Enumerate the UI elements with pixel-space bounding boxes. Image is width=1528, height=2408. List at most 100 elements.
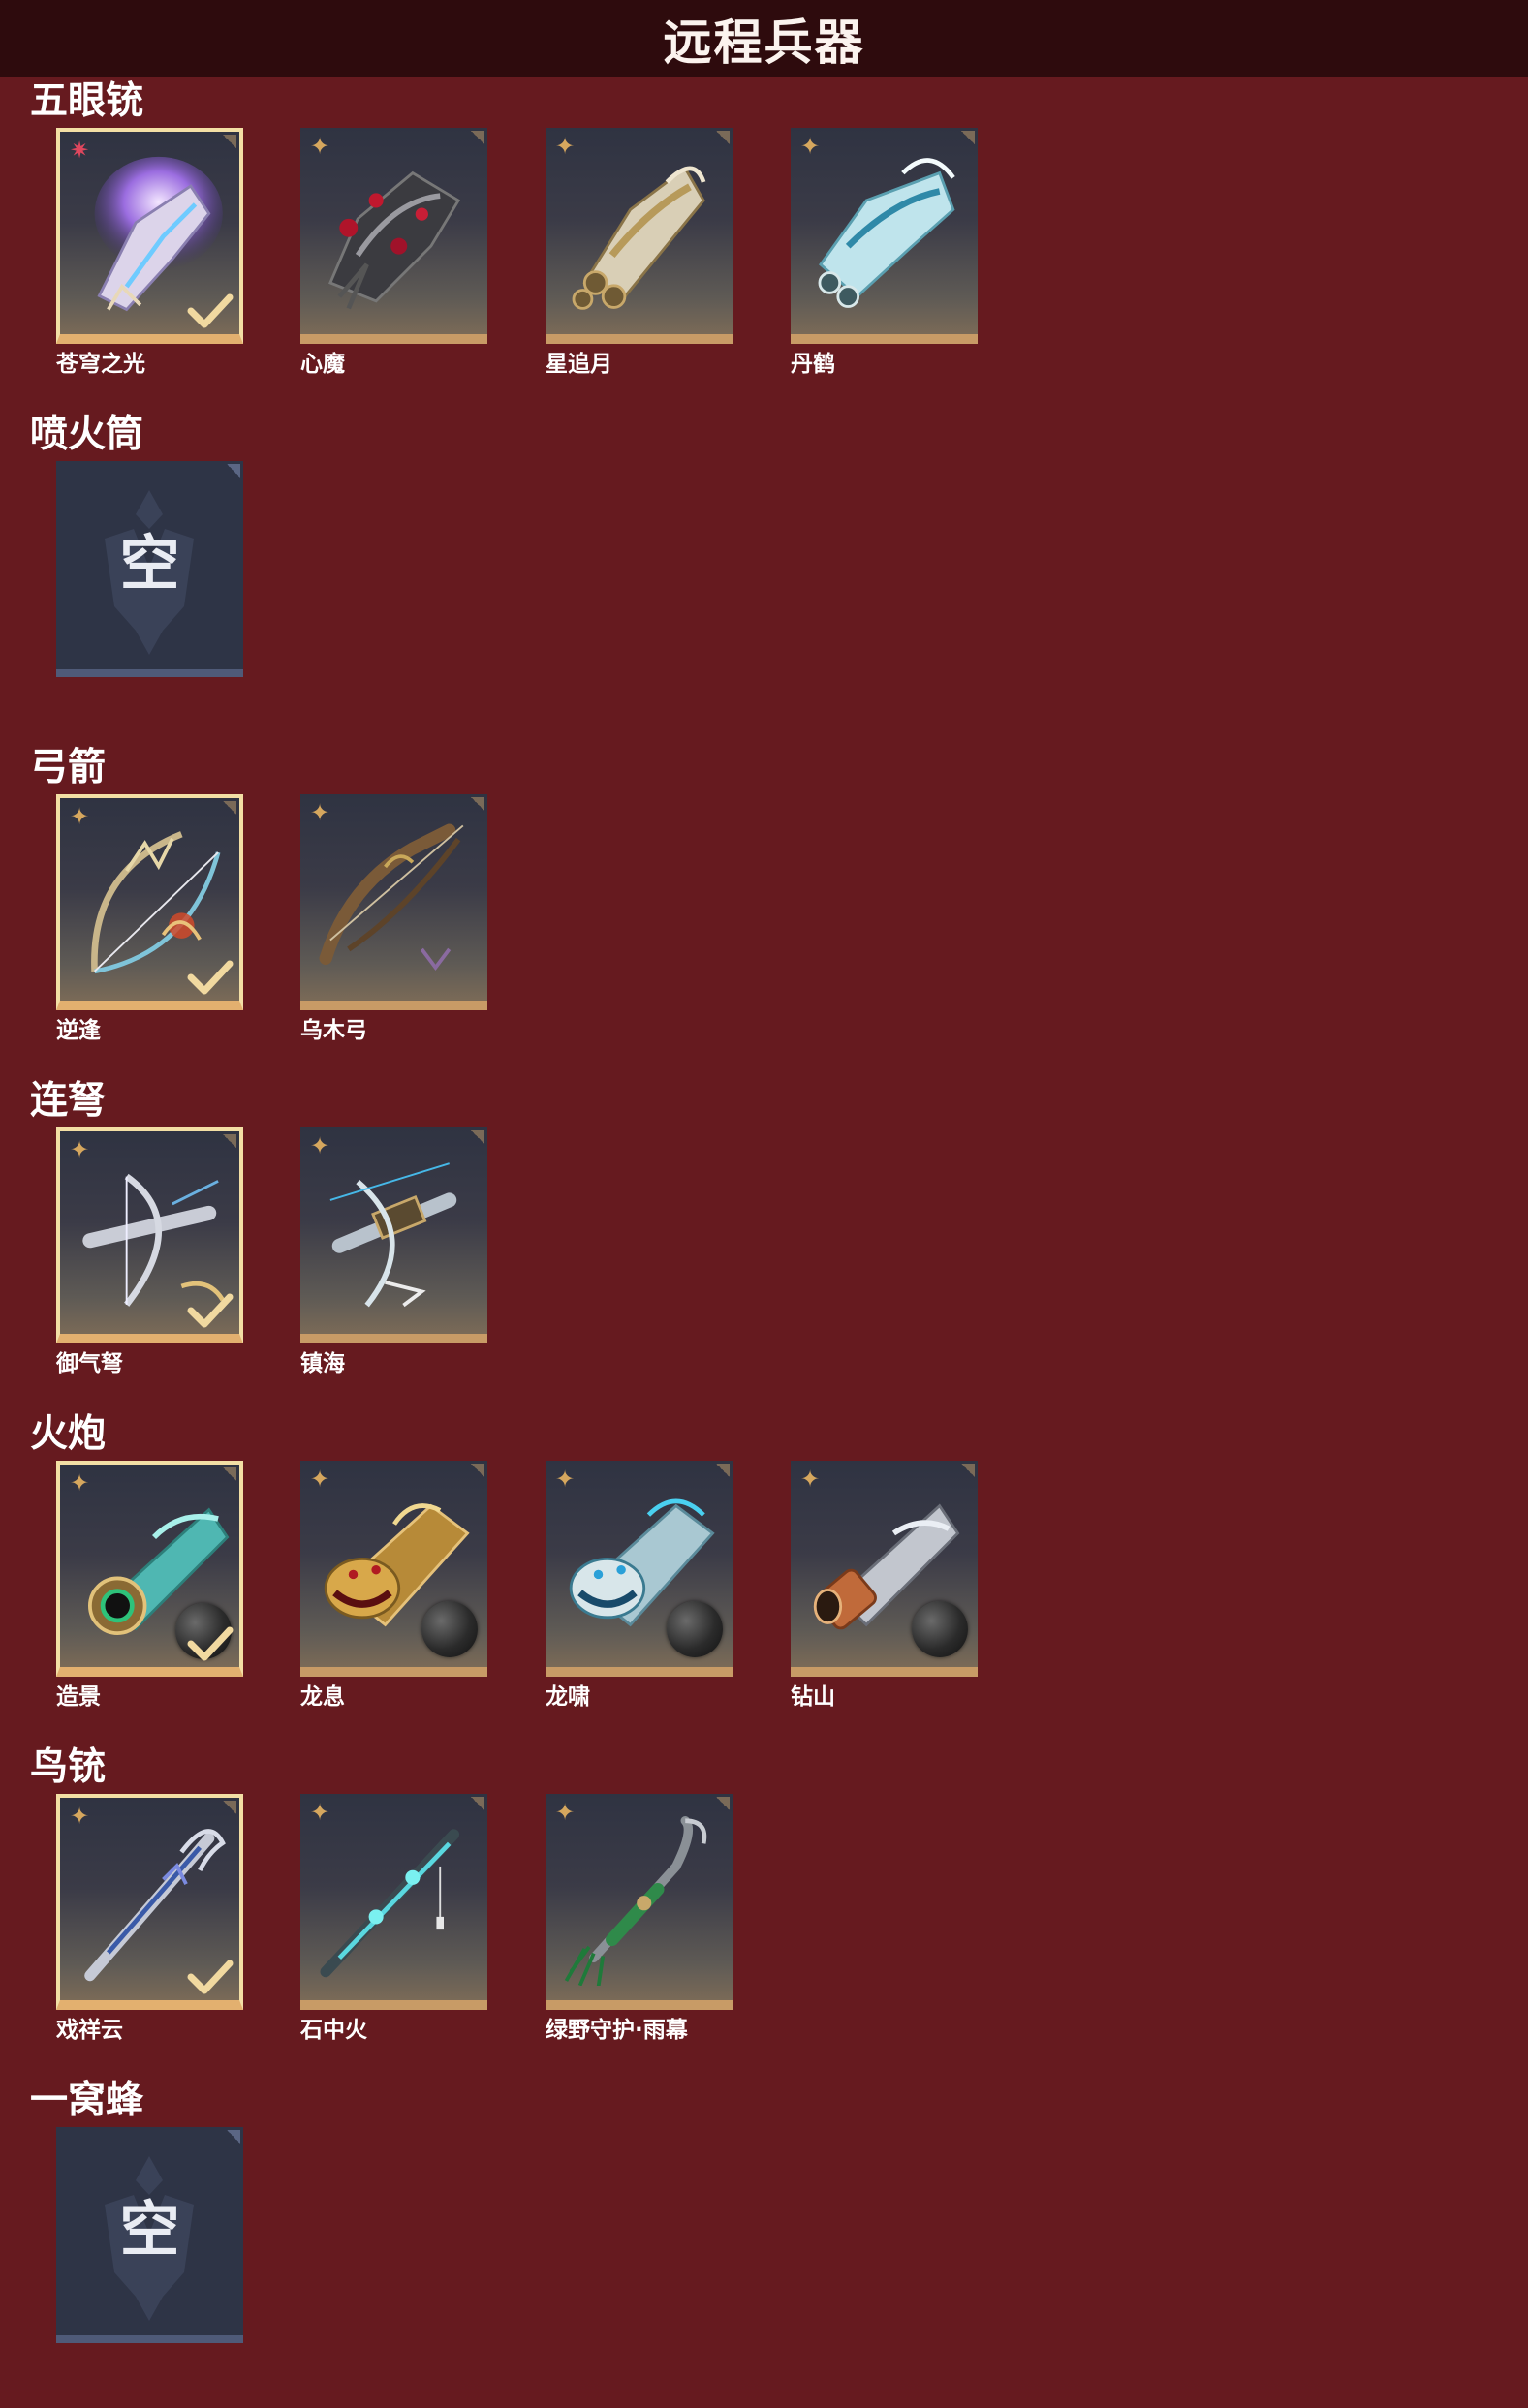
section-title: 鸟铳	[30, 1745, 107, 1789]
red-star-rarity-icon: ✷	[69, 137, 90, 164]
weapon-card-frame: ✦	[546, 128, 733, 344]
selected-check-icon	[187, 1626, 234, 1661]
gold-star-rarity-icon: ✦	[69, 1803, 90, 1830]
weapon-name: 乌木弓	[300, 1018, 367, 1043]
weapon-card[interactable]: ✦ 戏祥云	[56, 1794, 243, 2046]
weapon-card[interactable]: ✦ 龙息	[300, 1461, 487, 1713]
weapon-art-icon	[328, 170, 461, 310]
gold-star-rarity-icon: ✦	[554, 1466, 576, 1493]
weapon-card-frame: ✦	[546, 1461, 733, 1677]
weapon-card-frame: ✦	[791, 128, 978, 344]
weapon-name: 造景	[56, 1684, 101, 1710]
weapon-art-icon	[319, 823, 464, 971]
weapon-list: 空	[56, 461, 1510, 713]
weapon-name: 星追月	[546, 352, 612, 377]
weapon-card[interactable]: ✦ 乌木弓	[300, 794, 487, 1046]
card-corner-icon	[223, 1134, 236, 1148]
weapon-list: ✦ 御气弩 ✦ 镇海	[56, 1127, 1510, 1379]
weapon-card[interactable]: ✦ 心魔	[300, 128, 487, 380]
weapon-name: 御气弩	[56, 1351, 123, 1376]
empty-slot-label: 空	[119, 2194, 180, 2265]
card-corner-icon	[471, 1797, 484, 1810]
weapon-card-frame: ✦	[300, 1794, 487, 2010]
card-corner-icon	[223, 135, 236, 148]
gold-star-rarity-icon: ✦	[799, 133, 821, 160]
section-title: 连弩	[30, 1079, 107, 1123]
weapon-card-frame: 空	[56, 2127, 243, 2343]
weapon-card-frame: 空	[56, 461, 243, 677]
weapon-art-icon	[329, 1162, 457, 1308]
weapon-list: ✦ 戏祥云 ✦ 石中火 ✦ 绿野守护·雨幕	[56, 1794, 1510, 2046]
card-corner-icon	[961, 131, 975, 144]
weapon-card-frame: ✦	[56, 1461, 243, 1677]
gold-star-rarity-icon: ✦	[554, 133, 576, 160]
weapon-card[interactable]: ✦ 星追月	[546, 128, 733, 380]
empty-weapon-slot[interactable]: 空	[56, 2127, 243, 2379]
card-corner-icon	[716, 131, 730, 144]
weapon-card[interactable]: ✦ 御气弩	[56, 1127, 243, 1379]
weapon-name: 镇海	[300, 1351, 345, 1376]
card-corner-icon	[227, 2130, 240, 2144]
ammo-orb-icon	[667, 1601, 723, 1657]
gold-star-rarity-icon: ✦	[309, 799, 330, 826]
selected-check-icon	[187, 960, 234, 995]
weapon-art-icon	[572, 166, 706, 310]
weapon-card[interactable]: ✦ 石中火	[300, 1794, 487, 2046]
weapon-list: 空	[56, 2127, 1510, 2379]
selected-check-icon	[187, 1960, 234, 1994]
card-corner-icon	[223, 1467, 236, 1481]
weapon-card-frame: ✦	[791, 1461, 978, 1677]
card-corner-icon	[223, 1801, 236, 1814]
gold-star-rarity-icon: ✦	[309, 133, 330, 160]
weapon-name: 龙啸	[546, 1684, 590, 1710]
weapon-card-frame: ✷	[56, 128, 243, 344]
weapon-card-frame: ✦	[300, 794, 487, 1010]
weapon-card[interactable]: ✷ 苍穹之光	[56, 128, 243, 380]
weapon-list: ✦ 逆逢 ✦ 乌木弓	[56, 794, 1510, 1046]
weapon-art-icon	[818, 158, 955, 308]
weapon-name: 龙息	[300, 1684, 345, 1710]
page-title: 远程兵器	[663, 14, 865, 71]
weapon-name: 戏祥云	[56, 2018, 123, 2043]
gold-star-rarity-icon: ✦	[309, 1799, 330, 1826]
gold-star-rarity-icon: ✦	[69, 1136, 90, 1163]
weapon-card[interactable]: ✦ 钻山	[791, 1461, 978, 1713]
gold-star-rarity-icon: ✦	[69, 1469, 90, 1497]
weapon-card-frame: ✦	[56, 1794, 243, 2010]
weapon-card[interactable]: ✦ 龙啸	[546, 1461, 733, 1713]
weapon-name: 逆逢	[56, 1018, 101, 1043]
gold-star-rarity-icon: ✦	[799, 1466, 821, 1493]
weapon-card-frame: ✦	[300, 1461, 487, 1677]
weapon-card[interactable]: ✦ 绿野守护·雨幕	[546, 1794, 733, 2046]
weapon-card-frame: ✦	[300, 128, 487, 344]
page-header: 远程兵器	[0, 0, 1528, 77]
card-corner-icon	[227, 464, 240, 478]
weapon-card-frame: ✦	[56, 1127, 243, 1343]
weapon-art-icon	[320, 1829, 460, 1978]
card-corner-icon	[471, 1130, 484, 1144]
section-title: 火炮	[30, 1412, 107, 1456]
weapon-name: 绿野守护·雨幕	[546, 2018, 688, 2043]
card-corner-icon	[961, 1464, 975, 1477]
ammo-orb-icon	[421, 1601, 478, 1657]
weapon-card[interactable]: ✦ 造景	[56, 1461, 243, 1713]
section-title: 弓箭	[30, 746, 107, 789]
weapon-card[interactable]: ✦ 丹鹤	[791, 128, 978, 380]
selected-check-icon	[187, 1293, 234, 1328]
weapon-card-frame: ✦	[56, 794, 243, 1010]
weapon-card[interactable]: ✦ 逆逢	[56, 794, 243, 1046]
card-corner-icon	[223, 801, 236, 815]
section-title: 五眼铳	[30, 79, 144, 123]
empty-weapon-slot[interactable]: 空	[56, 461, 243, 713]
weapon-name: 石中火	[300, 2018, 367, 2043]
card-corner-icon	[471, 797, 484, 811]
weapon-list: ✦ 造景 ✦ 龙息 ✦ 龙啸 ✦ 钻山	[56, 1461, 1510, 1713]
card-corner-icon	[716, 1464, 730, 1477]
card-corner-icon	[716, 1797, 730, 1810]
weapon-card[interactable]: ✦ 镇海	[300, 1127, 487, 1379]
card-corner-icon	[471, 1464, 484, 1477]
weapon-card-frame: ✦	[300, 1127, 487, 1343]
weapon-list: ✷ 苍穹之光 ✦ 心魔 ✦ 星追月 ✦ 丹鹤	[56, 128, 1510, 380]
weapon-name: 钻山	[791, 1684, 835, 1710]
ammo-orb-icon	[912, 1601, 968, 1657]
